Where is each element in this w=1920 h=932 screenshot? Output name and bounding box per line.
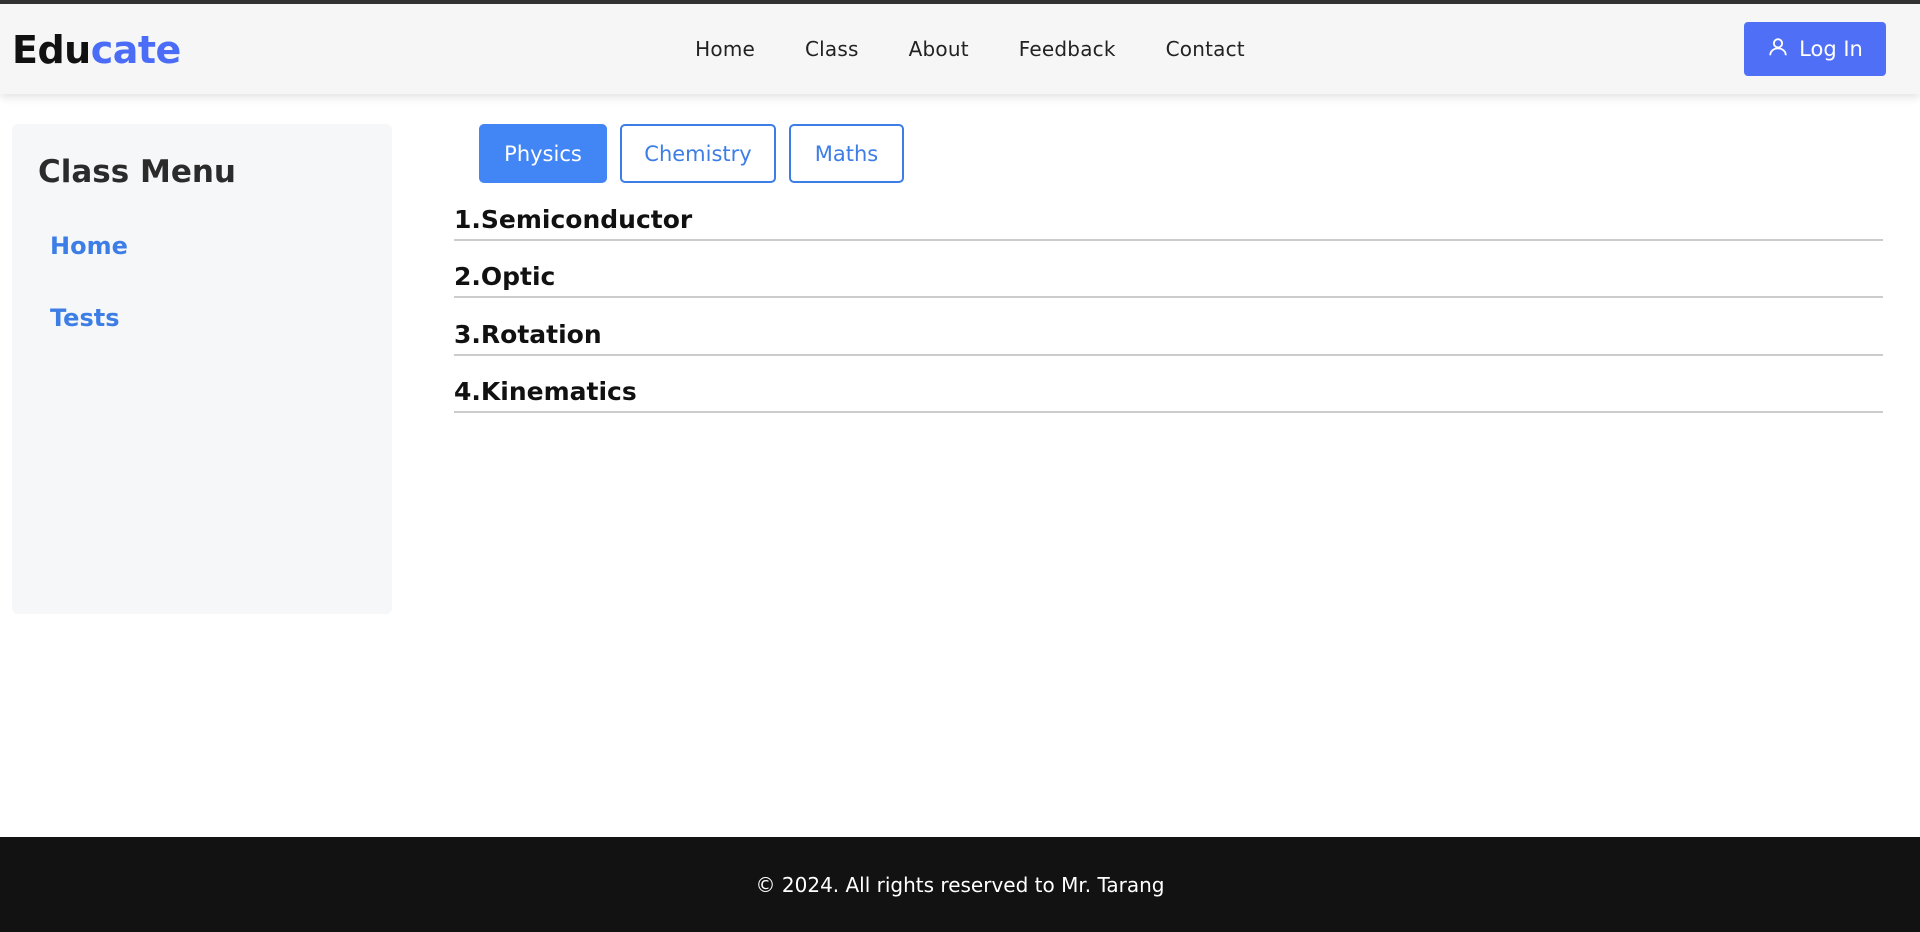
main-nav: Home Class About Feedback Contact — [0, 4, 1920, 94]
topic-row: 4.Kinematics — [454, 375, 1883, 413]
footer: © 2024. All rights reserved to Mr. Taran… — [0, 837, 1920, 932]
topic-semiconductor[interactable]: 1.Semiconductor — [454, 205, 692, 234]
topic-rotation[interactable]: 3.Rotation — [454, 320, 602, 349]
topic-optic[interactable]: 2.Optic — [454, 262, 555, 291]
topic-row: 3.Rotation — [454, 318, 1883, 356]
class-menu-sidebar: Class Menu Home Tests — [12, 124, 392, 614]
logo-part2: cate — [90, 28, 182, 72]
sidebar-item-home[interactable]: Home — [50, 232, 128, 260]
nav-contact[interactable]: Contact — [1166, 37, 1245, 61]
page: Educate Home Class About Feedback Contac… — [0, 0, 1920, 932]
sidebar-title: Class Menu — [38, 154, 237, 190]
user-icon — [1767, 36, 1789, 63]
topic-row: 1.Semiconductor — [454, 203, 1883, 241]
copyright-text: © 2024. All rights reserved to Mr. Taran… — [755, 872, 1165, 897]
logo[interactable]: Educate — [12, 28, 181, 72]
nav-home[interactable]: Home — [695, 37, 755, 61]
tab-chemistry[interactable]: Chemistry — [620, 124, 776, 183]
login-button[interactable]: Log In — [1744, 22, 1886, 76]
header: Educate Home Class About Feedback Contac… — [0, 4, 1920, 94]
nav-class[interactable]: Class — [805, 37, 859, 61]
topic-row: 2.Optic — [454, 260, 1883, 298]
nav-about[interactable]: About — [909, 37, 969, 61]
logo-part1: Edu — [12, 28, 91, 72]
tab-physics[interactable]: Physics — [479, 124, 607, 183]
sidebar-item-tests[interactable]: Tests — [50, 304, 120, 332]
tab-maths[interactable]: Maths — [789, 124, 904, 183]
login-label: Log In — [1799, 37, 1863, 61]
nav-feedback[interactable]: Feedback — [1019, 37, 1116, 61]
topic-kinematics[interactable]: 4.Kinematics — [454, 377, 637, 406]
